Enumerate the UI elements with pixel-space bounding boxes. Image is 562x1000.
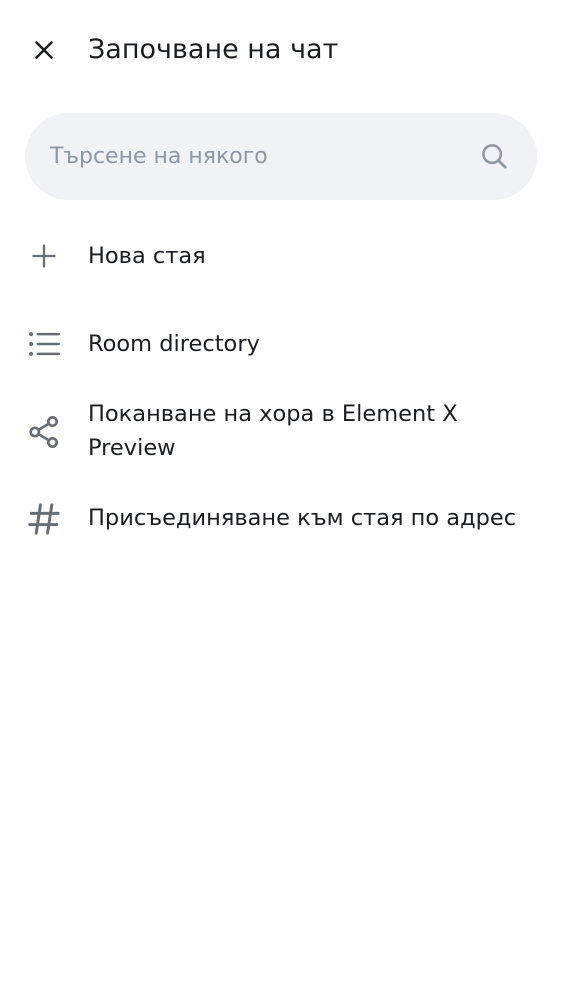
menu-item-room-directory[interactable]: Room directory <box>0 324 562 364</box>
menu-item-new-room[interactable]: Нова стая <box>0 236 562 276</box>
search-icon[interactable] <box>475 137 513 175</box>
share-icon <box>24 412 64 452</box>
search-input[interactable] <box>50 113 470 200</box>
menu-item-label: Поканване на хора в Element X Preview <box>88 401 458 461</box>
search-bar[interactable] <box>25 113 537 200</box>
menu-item-label: Нова стая <box>88 243 206 269</box>
menu-item-invite-people[interactable]: Поканване на хора в Element X Preview <box>0 396 562 466</box>
menu-item-label: Room directory <box>88 331 260 357</box>
close-icon <box>31 37 57 63</box>
list-icon <box>24 324 64 364</box>
top-app-bar: Започване на чат <box>0 0 562 100</box>
hash-icon <box>24 499 64 539</box>
close-button[interactable] <box>20 26 68 74</box>
menu-item-label: Присъединяване към стая по адрес <box>88 505 517 531</box>
page-title: Започване на чат <box>88 34 339 65</box>
plus-icon <box>24 236 64 276</box>
menu-item-join-by-address[interactable]: Присъединяване към стая по адрес <box>0 498 562 538</box>
